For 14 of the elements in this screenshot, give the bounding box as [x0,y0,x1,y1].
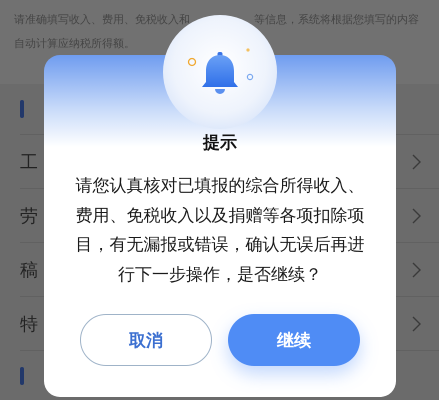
chevron-icon[interactable] [412,154,421,170]
row-label: 工 [20,150,38,174]
row-label: 劳 [20,204,38,228]
chevron-icon[interactable] [412,316,421,332]
row-label: 特 [20,312,38,336]
continue-button[interactable]: 继续 [228,314,360,366]
chevron-icon[interactable] [412,262,421,278]
dialog-message: 请您认真核对已填报的综合所得收入、费用、免税收入以及捐赠等各项扣除项目，有无漏报或错误，确认无误后再进行下一步操作，是否继续？ [74,175,366,286]
section-marker [20,100,24,118]
chevron-icon[interactable] [412,208,421,224]
cancel-button[interactable]: 取消 [80,314,212,366]
row-label: 稿 [20,258,38,282]
dialog-title: 提示 [203,132,237,154]
section-marker [20,367,24,385]
